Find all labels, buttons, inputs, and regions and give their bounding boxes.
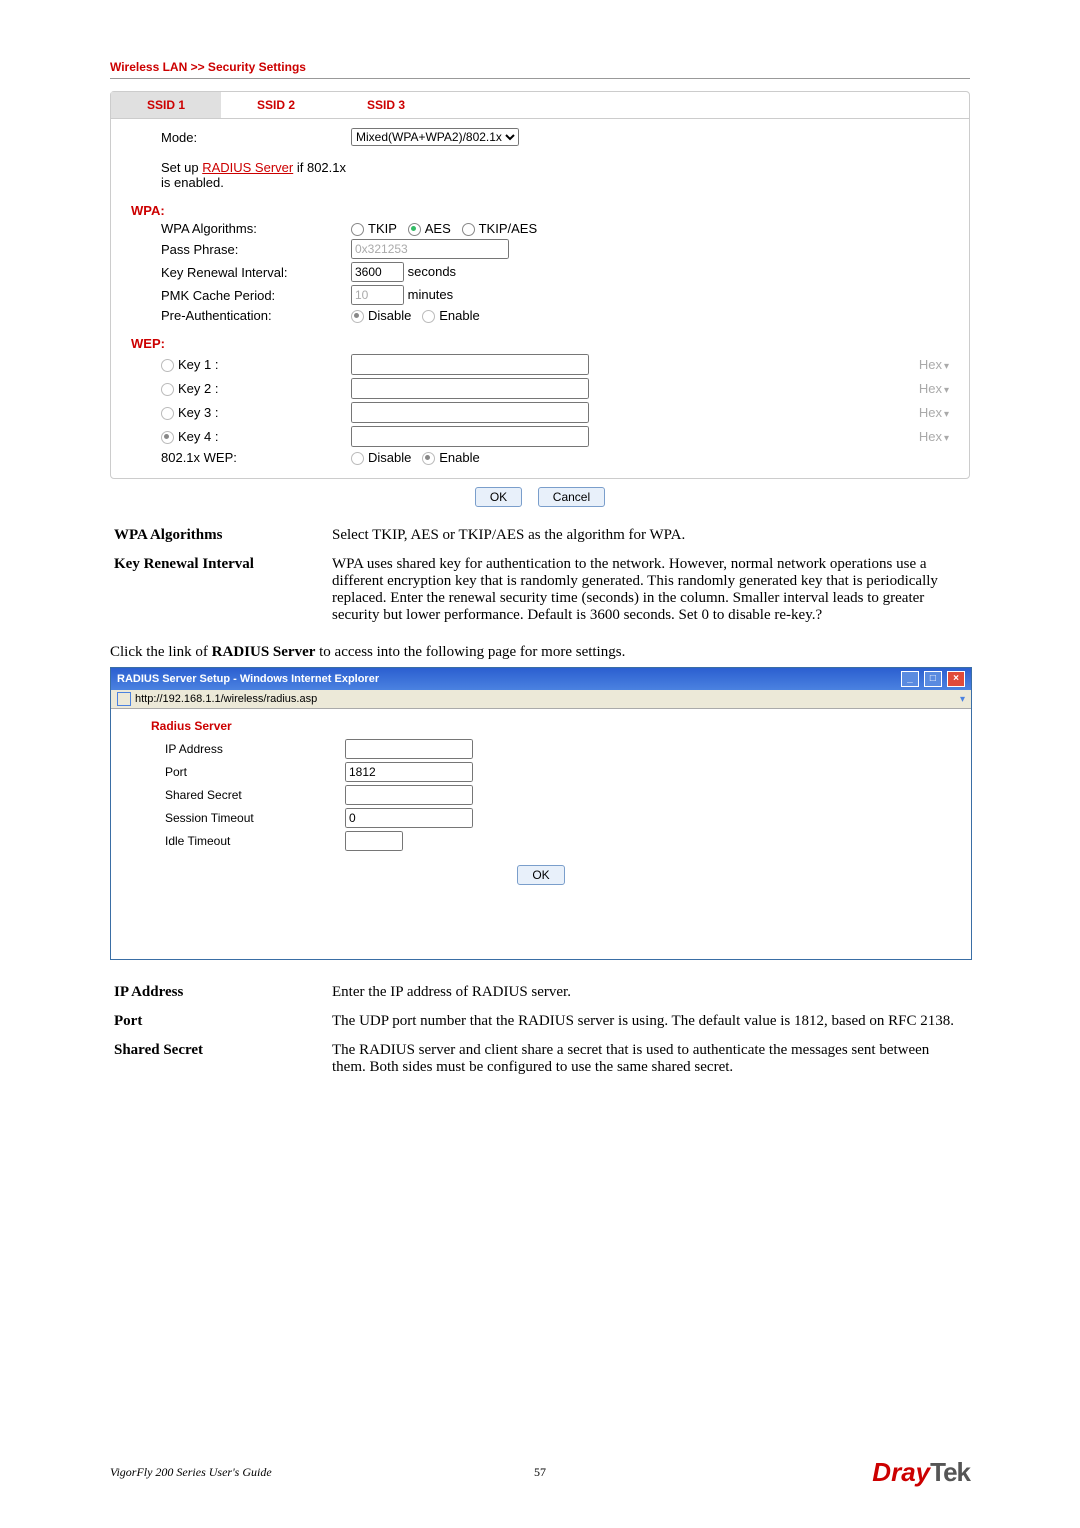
footer-guide: VigorFly 200 Series User's Guide bbox=[110, 1465, 272, 1480]
radio-preauth-enable[interactable] bbox=[422, 310, 435, 323]
key-renewal-input[interactable] bbox=[351, 262, 404, 282]
radius-ip-label: IP Address bbox=[151, 742, 345, 756]
radio-key2[interactable] bbox=[161, 383, 174, 396]
preauth-label: Pre-Authentication: bbox=[131, 308, 351, 323]
desc-wpa-algorithms-term: WPA Algorithms bbox=[110, 521, 328, 550]
wpa-section-label: WPA: bbox=[131, 193, 949, 218]
close-icon[interactable]: × bbox=[947, 671, 965, 687]
footer-page-number: 57 bbox=[534, 1465, 546, 1480]
tab-ssid1[interactable]: SSID 1 bbox=[111, 92, 221, 118]
radio-dot1x-enable[interactable] bbox=[422, 452, 435, 465]
radius-ok-button[interactable]: OK bbox=[517, 865, 564, 885]
pass-phrase-input[interactable] bbox=[351, 239, 509, 259]
radio-key3[interactable] bbox=[161, 407, 174, 420]
key2-input[interactable] bbox=[351, 378, 589, 399]
radius-heading: Radius Server bbox=[151, 719, 931, 733]
desc-key-renewal-text: WPA uses shared key for authentication t… bbox=[328, 550, 970, 630]
radio-preauth-disable[interactable] bbox=[351, 310, 364, 323]
radius-secret-input[interactable] bbox=[345, 785, 473, 805]
radius-port-label: Port bbox=[151, 765, 345, 779]
ie-window: RADIUS Server Setup - Windows Internet E… bbox=[110, 667, 972, 960]
radio-key4[interactable] bbox=[161, 431, 174, 444]
desc-port-text: The UDP port number that the RADIUS serv… bbox=[328, 1007, 970, 1036]
radius-port-input[interactable] bbox=[345, 762, 473, 782]
wpa-algorithms-options: TKIP AES TKIP/AES bbox=[351, 221, 949, 236]
ie-title: RADIUS Server Setup - Windows Internet E… bbox=[117, 673, 379, 685]
radius-idle-input[interactable] bbox=[345, 831, 403, 851]
radius-secret-label: Shared Secret bbox=[151, 788, 345, 802]
key1-hex[interactable]: Hex bbox=[919, 357, 942, 372]
ie-url[interactable]: http://192.168.1.1/wireless/radius.asp bbox=[135, 693, 317, 705]
radius-ip-input[interactable] bbox=[345, 739, 473, 759]
tab-ssid3[interactable]: SSID 3 bbox=[331, 92, 441, 118]
key3-hex[interactable]: Hex bbox=[919, 405, 942, 420]
radio-aes[interactable] bbox=[408, 223, 421, 236]
radio-dot1x-disable[interactable] bbox=[351, 452, 364, 465]
chevron-down-icon: ▾ bbox=[944, 385, 949, 396]
key4-hex[interactable]: Hex bbox=[919, 429, 942, 444]
desc-secret-text: The RADIUS server and client share a sec… bbox=[328, 1036, 970, 1082]
maximize-icon[interactable]: □ bbox=[924, 671, 942, 687]
radius-click-text: Click the link of RADIUS Server to acces… bbox=[110, 644, 970, 661]
key4-input[interactable] bbox=[351, 426, 589, 447]
pmk-cache-input[interactable] bbox=[351, 285, 404, 305]
key2-label: Key 2 : bbox=[178, 381, 218, 396]
radius-session-input[interactable] bbox=[345, 808, 473, 828]
chevron-down-icon: ▾ bbox=[944, 361, 949, 372]
ie-favicon-icon bbox=[117, 692, 131, 706]
breadcrumb: Wireless LAN >> Security Settings bbox=[110, 60, 970, 74]
radio-tkip[interactable] bbox=[351, 223, 364, 236]
wpa-algorithms-label: WPA Algorithms: bbox=[131, 221, 351, 236]
radius-server-link[interactable]: RADIUS Server bbox=[202, 160, 293, 175]
key1-label: Key 1 : bbox=[178, 357, 218, 372]
dot1x-wep-label: 802.1x WEP: bbox=[131, 450, 351, 465]
mode-select[interactable]: Mixed(WPA+WPA2)/802.1x bbox=[351, 128, 519, 146]
tab-ssid2[interactable]: SSID 2 bbox=[221, 92, 331, 118]
radius-note: Set up RADIUS Server if 802.1x is enable… bbox=[131, 160, 351, 190]
pass-phrase-label: Pass Phrase: bbox=[131, 242, 351, 257]
draytek-logo: DrayTek bbox=[872, 1457, 970, 1488]
minimize-icon[interactable]: _ bbox=[901, 671, 919, 687]
radio-key1[interactable] bbox=[161, 359, 174, 372]
key3-input[interactable] bbox=[351, 402, 589, 423]
chevron-down-icon: ▾ bbox=[944, 409, 949, 420]
wep-section-label: WEP: bbox=[131, 326, 949, 351]
chevron-down-icon[interactable]: ▾ bbox=[960, 694, 965, 705]
radius-session-label: Session Timeout bbox=[151, 811, 345, 825]
cancel-button[interactable]: Cancel bbox=[538, 487, 605, 507]
security-settings-panel: SSID 1 SSID 2 SSID 3 Mode: Mixed(WPA+WPA… bbox=[110, 91, 970, 479]
key3-label: Key 3 : bbox=[178, 405, 218, 420]
separator bbox=[110, 78, 970, 79]
key-renewal-unit: seconds bbox=[408, 264, 456, 279]
desc-ip-term: IP Address bbox=[110, 978, 328, 1007]
desc-wpa-algorithms-text: Select TKIP, AES or TKIP/AES as the algo… bbox=[328, 521, 970, 550]
chevron-down-icon: ▾ bbox=[944, 433, 949, 444]
desc-port-term: Port bbox=[110, 1007, 328, 1036]
desc-key-renewal-term: Key Renewal Interval bbox=[110, 550, 328, 630]
radius-idle-label: Idle Timeout bbox=[151, 834, 345, 848]
radio-tkipaes[interactable] bbox=[462, 223, 475, 236]
ok-button[interactable]: OK bbox=[475, 487, 522, 507]
pmk-cache-unit: minutes bbox=[408, 287, 454, 302]
key1-input[interactable] bbox=[351, 354, 589, 375]
key-renewal-label: Key Renewal Interval: bbox=[131, 265, 351, 280]
desc-ip-text: Enter the IP address of RADIUS server. bbox=[328, 978, 970, 1007]
desc-secret-term: Shared Secret bbox=[110, 1036, 328, 1082]
mode-label: Mode: bbox=[131, 130, 351, 145]
pmk-cache-label: PMK Cache Period: bbox=[131, 288, 351, 303]
key4-label: Key 4 : bbox=[178, 429, 218, 444]
key2-hex[interactable]: Hex bbox=[919, 381, 942, 396]
